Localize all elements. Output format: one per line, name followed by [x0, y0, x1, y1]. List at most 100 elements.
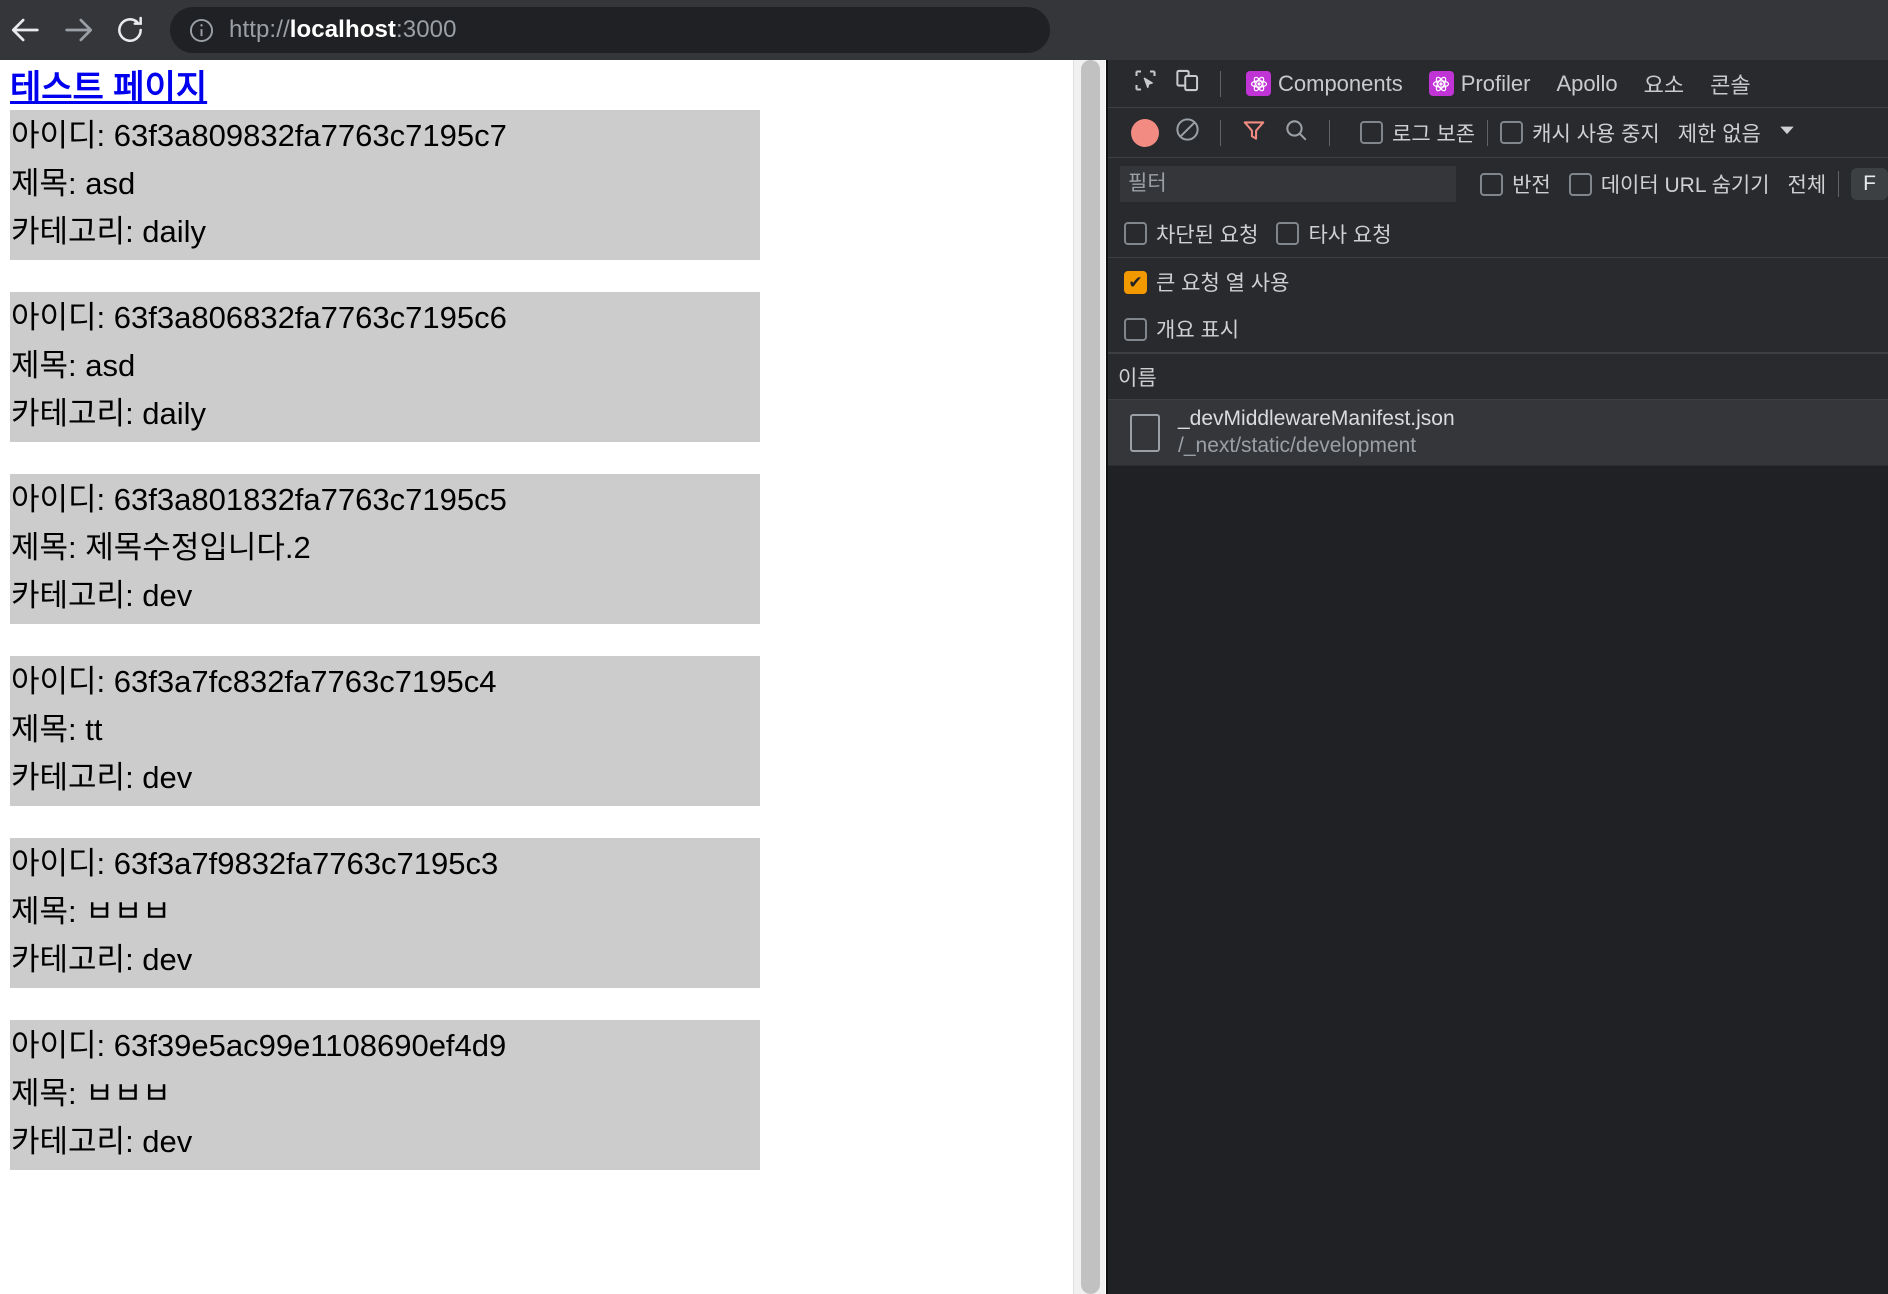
inspect-element-icon — [1132, 67, 1159, 100]
post-card: 아이디: 63f3a7fc832fa7763c7195c4 제목: tt 카테고리:… — [10, 656, 760, 807]
page-scrollbar-thumb[interactable] — [1081, 60, 1100, 1294]
big-request-rows-label: 큰 요청 열 사용 — [1156, 272, 1290, 295]
invert-checkbox[interactable]: 반전 — [1480, 169, 1551, 199]
back-button[interactable] — [0, 4, 52, 56]
disable-cache-label: 캐시 사용 중지 — [1532, 122, 1660, 146]
checkbox-box — [1480, 172, 1504, 196]
funnel-filter-icon — [1241, 117, 1267, 149]
column-header-name[interactable]: 이름 — [1118, 362, 1157, 392]
tab-apollo[interactable]: Apollo — [1543, 60, 1630, 108]
post-card: 아이디: 63f39e5ac99e1108690ef4d9 제목: ㅂㅂㅂ 카테고리… — [10, 1020, 760, 1171]
filter-toggle-button[interactable] — [1233, 114, 1275, 152]
post-card: 아이디: 63f3a7f9832fa7763c7195c3 제목: ㅂㅂㅂ 카테고리… — [10, 838, 760, 989]
post-title: 제목: tt — [11, 712, 103, 748]
network-toolbar: 로그 보존 캐시 사용 중지 제한 없음 — [1108, 108, 1888, 158]
request-row[interactable]: _devMiddlewareManifest.json /_next/static… — [1108, 400, 1888, 466]
show-overview-label: 개요 표시 — [1156, 319, 1240, 342]
big-request-rows-checkbox[interactable]: 큰 요청 열 사용 — [1124, 267, 1289, 297]
filter-all-button[interactable]: 전체 — [1788, 169, 1827, 199]
disable-cache-checkbox[interactable]: 캐시 사용 중지 — [1500, 118, 1660, 148]
page-scrollbar[interactable] — [1073, 60, 1105, 1294]
inspect-element-button[interactable] — [1124, 65, 1166, 103]
forward-button[interactable] — [52, 4, 104, 56]
post-title: 제목: asd — [11, 166, 136, 202]
network-filter-row-2: 차단된 요청 타사 요청 — [1108, 210, 1888, 258]
request-name: _devMiddlewareManifest.json — [1178, 406, 1455, 430]
preserve-log-label: 로그 보존 — [1392, 122, 1476, 146]
hide-data-urls-checkbox[interactable]: 데이터 URL 숨기기 — [1568, 169, 1770, 199]
devtools-panel: Components Profiler Apollo 요소 콘솔 로그 보존 캐… — [1106, 60, 1888, 1294]
requests-table-body: _devMiddlewareManifest.json /_next/static… — [1108, 400, 1888, 466]
arrow-left-icon — [9, 13, 43, 47]
url-host: localhost — [289, 16, 397, 43]
toolbar-separator — [1838, 171, 1840, 197]
post-card: 아이디: 63f3a801832fa7763c7195c5 제목: 제목수정입니다… — [10, 474, 760, 625]
post-category: 카테고리: dev — [11, 942, 193, 978]
tab-profiler[interactable]: Profiler — [1416, 60, 1544, 108]
reload-icon — [114, 14, 146, 46]
blocked-requests-checkbox[interactable]: 차단된 요청 — [1124, 219, 1258, 249]
post-category: 카테고리: daily — [11, 214, 207, 250]
filter-fetch-xhr-button[interactable]: F — [1851, 168, 1888, 200]
post-id: 아이디: 63f3a7f9832fa7763c7195c3 — [11, 846, 499, 882]
reload-button[interactable] — [104, 4, 156, 56]
checkbox-box — [1124, 222, 1147, 245]
network-filter-row-4: 개요 표시 — [1108, 306, 1888, 354]
clear-button[interactable] — [1166, 114, 1208, 152]
arrow-right-icon — [61, 13, 95, 47]
filter-input[interactable] — [1120, 166, 1457, 202]
toolbar-separator — [1220, 119, 1221, 146]
toolbar-separator — [1220, 70, 1221, 97]
devtools-tabbar: Components Profiler Apollo 요소 콘솔 — [1108, 60, 1888, 108]
checkbox-box — [1124, 317, 1147, 341]
url-text: http://localhost:3000 — [229, 16, 457, 44]
toolbar-separator — [1329, 119, 1330, 146]
record-circle-icon — [1131, 118, 1159, 147]
toolbar-separator — [1487, 119, 1489, 146]
tab-apollo-label: Apollo — [1556, 70, 1618, 96]
checkbox-box — [1360, 121, 1383, 144]
throttling-label: 제한 없음 — [1677, 122, 1761, 146]
post-title: 제목: ㅂㅂㅂ — [11, 894, 171, 930]
address-bar[interactable]: http://localhost:3000 — [170, 7, 1050, 53]
json-file-icon — [1130, 413, 1160, 452]
network-filter-bar: 반전 데이터 URL 숨기기 전체 F — [1108, 158, 1888, 210]
post-id: 아이디: 63f3a7fc832fa7763c7195c4 — [11, 664, 497, 700]
post-card: 아이디: 63f3a809832fa7763c7195c7 제목: asd 카테고리… — [10, 110, 760, 261]
checkbox-box — [1568, 172, 1592, 196]
react-atom-icon — [1428, 71, 1454, 96]
post-id: 아이디: 63f3a806832fa7763c7195c6 — [11, 300, 507, 336]
tab-components[interactable]: Components — [1233, 60, 1416, 108]
post-id: 아이디: 63f39e5ac99e1108690ef4d9 — [11, 1028, 507, 1064]
device-toolbar-button[interactable] — [1166, 65, 1208, 103]
info-circle-icon[interactable] — [188, 17, 215, 44]
chevron-down-icon — [1777, 120, 1797, 146]
test-page-link[interactable]: 테스트 페이지 — [10, 68, 207, 108]
page-content: 테스트 페이지 아이디: 63f3a809832fa7763c7195c7 제목:… — [0, 60, 1073, 1171]
record-button[interactable] — [1124, 114, 1166, 152]
show-overview-checkbox[interactable]: 개요 표시 — [1124, 314, 1239, 344]
post-card: 아이디: 63f3a806832fa7763c7195c6 제목: asd 카테고리… — [10, 292, 760, 443]
react-atom-icon — [1246, 71, 1271, 96]
third-party-requests-checkbox[interactable]: 타사 요청 — [1276, 219, 1392, 249]
post-category: 카테고리: dev — [11, 760, 193, 796]
post-id: 아이디: 63f3a809832fa7763c7195c7 — [11, 118, 507, 154]
post-title: 제목: ㅂㅂㅂ — [11, 1076, 171, 1112]
preserve-log-checkbox[interactable]: 로그 보존 — [1360, 118, 1475, 148]
post-category: 카테고리: daily — [11, 396, 207, 432]
search-button[interactable] — [1275, 114, 1317, 152]
tab-elements[interactable]: 요소 — [1631, 60, 1697, 108]
third-party-requests-label: 타사 요청 — [1308, 223, 1392, 247]
hide-data-urls-label: 데이터 URL 숨기기 — [1600, 174, 1770, 197]
invert-label: 반전 — [1512, 174, 1551, 197]
checkbox-box — [1500, 121, 1524, 144]
throttling-dropdown[interactable]: 제한 없음 — [1678, 118, 1797, 148]
checkbox-box — [1124, 270, 1147, 294]
post-title: 제목: asd — [11, 348, 136, 384]
device-toolbar-icon — [1174, 67, 1201, 100]
tab-console[interactable]: 콘솔 — [1697, 60, 1763, 108]
requests-table-header: 이름 — [1108, 354, 1888, 400]
post-list: 아이디: 63f3a809832fa7763c7195c7 제목: asd 카테고리… — [10, 110, 1073, 1171]
url-scheme: http:// — [229, 16, 290, 43]
post-id: 아이디: 63f3a801832fa7763c7195c5 — [11, 482, 507, 518]
